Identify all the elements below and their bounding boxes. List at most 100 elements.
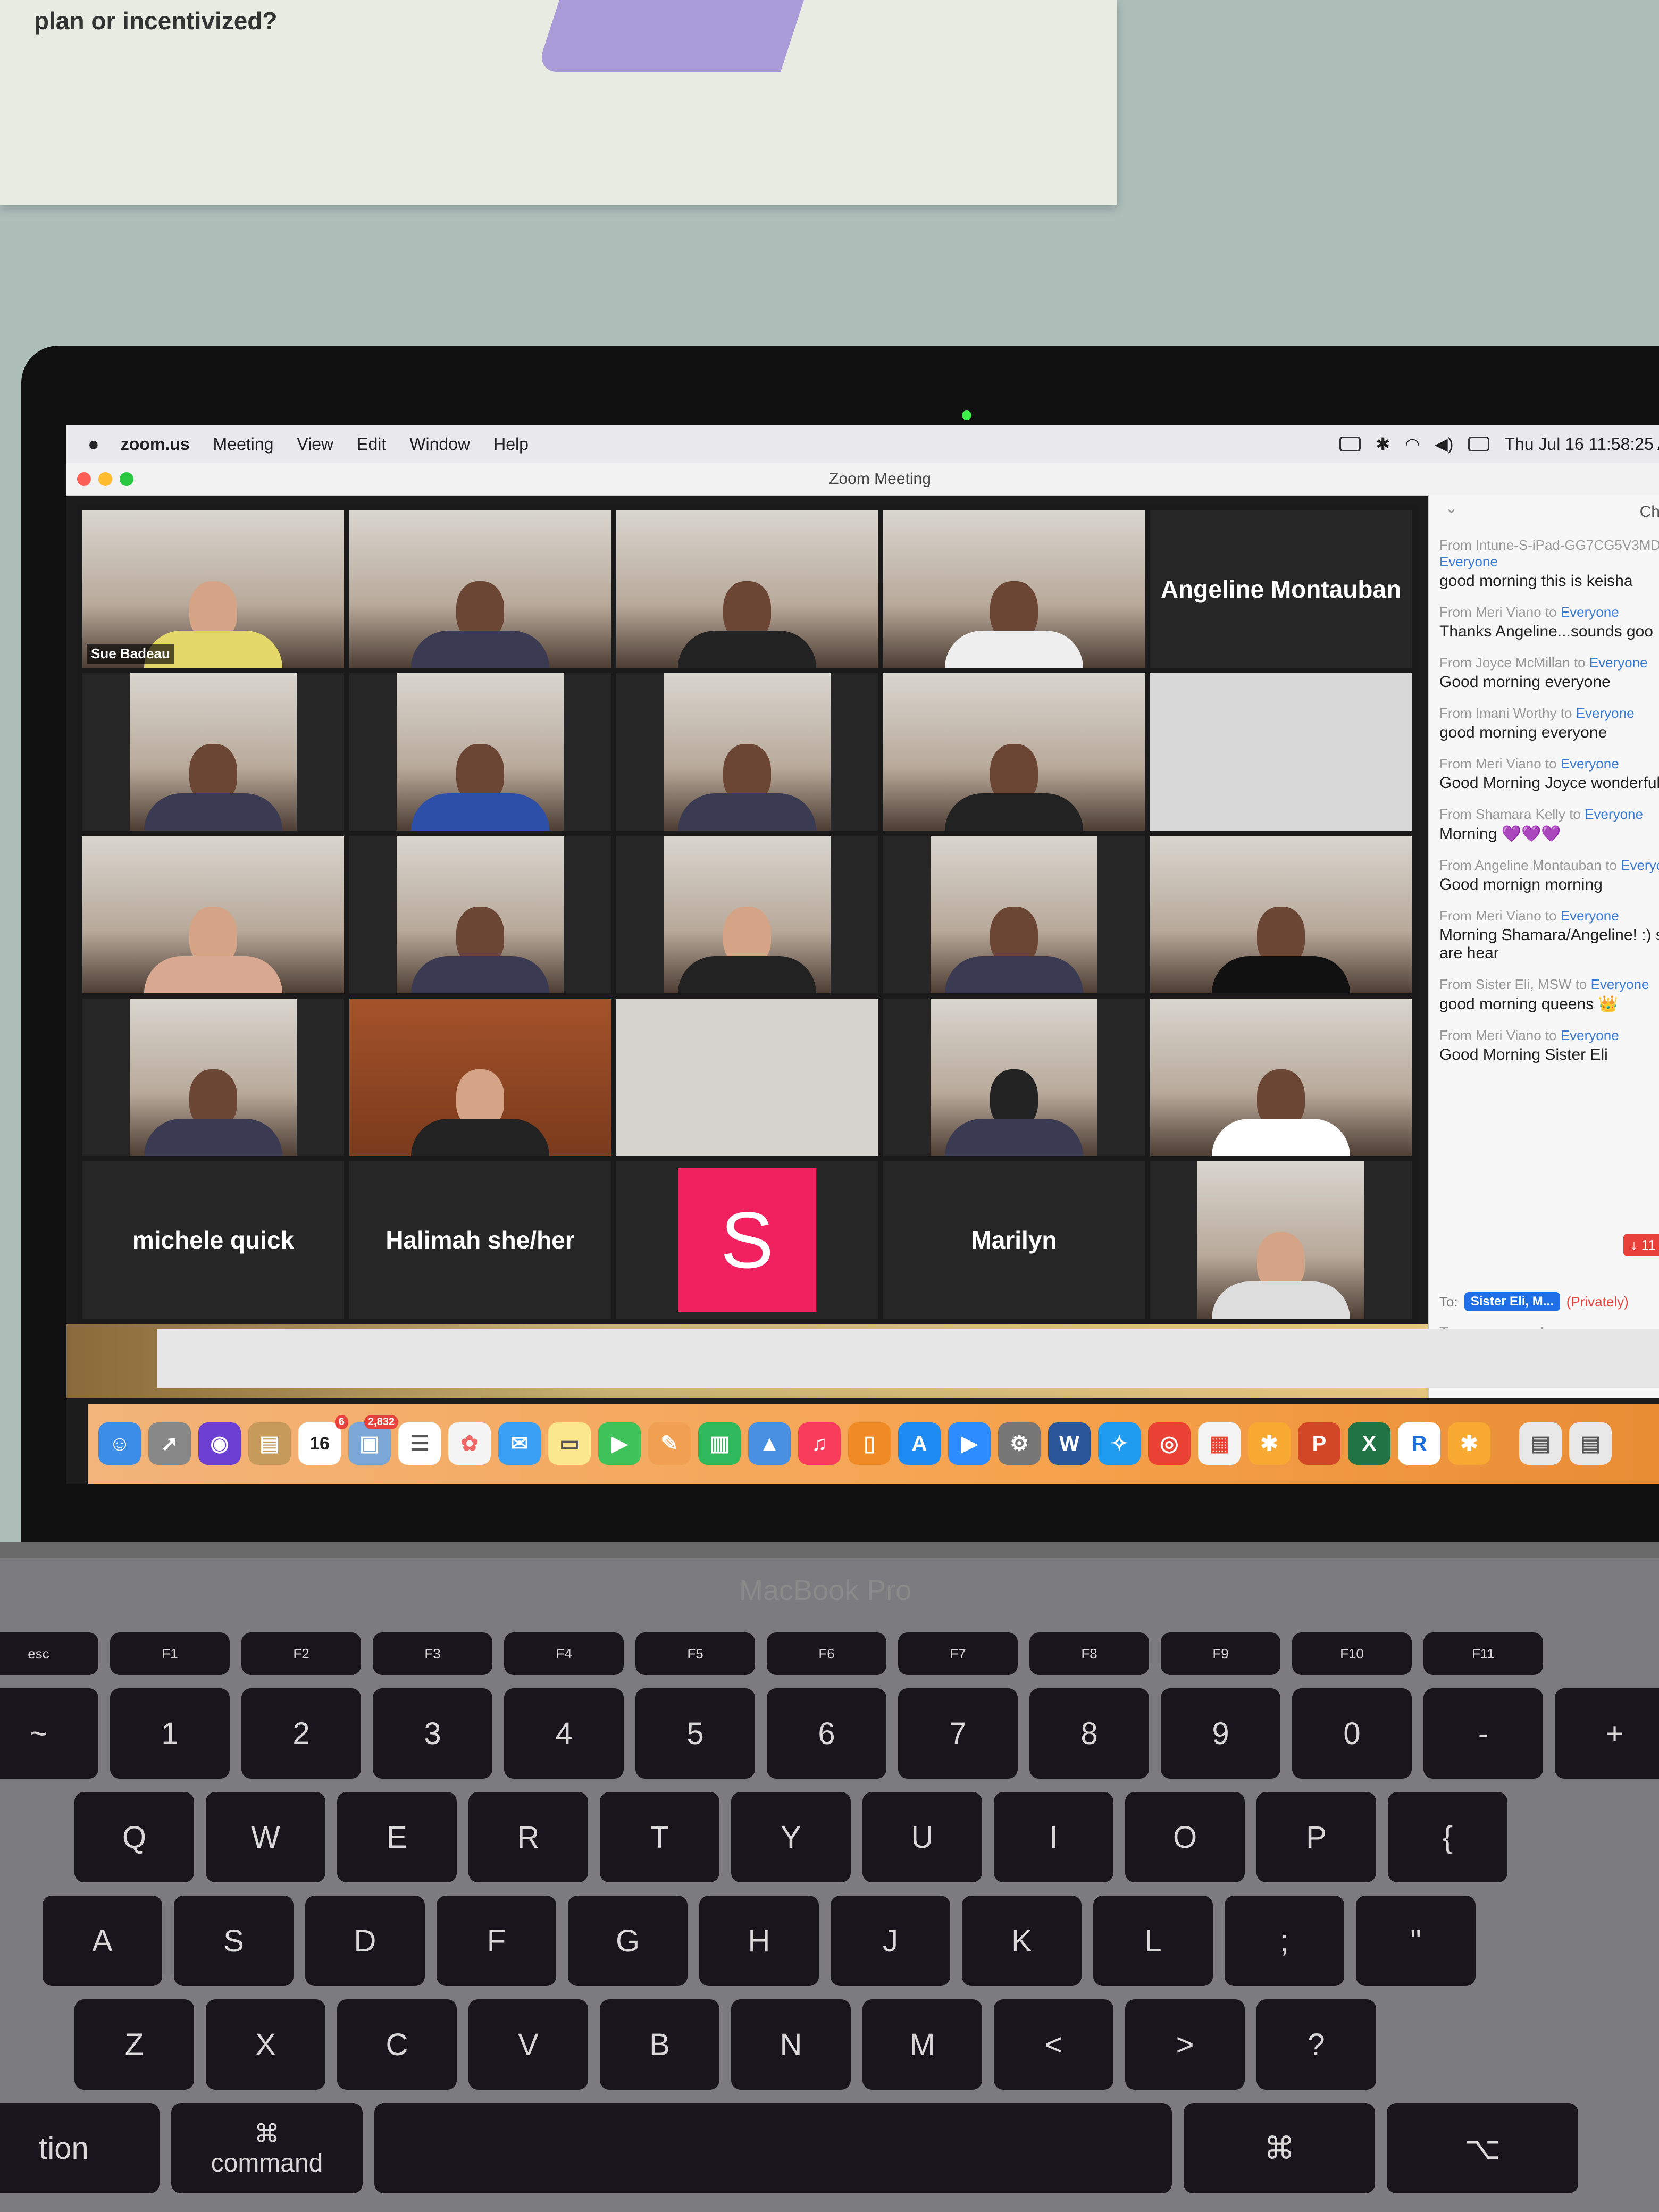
key[interactable]: A	[43, 1896, 162, 1986]
key[interactable]: F8	[1029, 1632, 1149, 1675]
right-command-key[interactable]: ⌘	[1184, 2103, 1375, 2193]
chevron-down-icon[interactable]: ⌄	[1445, 499, 1458, 517]
recipient-dropdown[interactable]: Sister Eli, M...	[1464, 1292, 1560, 1311]
menu-help[interactable]: Help	[493, 434, 529, 454]
document-icon[interactable]: ▤	[1519, 1422, 1562, 1465]
calendar-icon[interactable]: 16 6	[298, 1415, 348, 1465]
safari-icon[interactable]: ✧	[1098, 1422, 1141, 1465]
reminders-icon[interactable]: ☰	[398, 1422, 441, 1465]
word-icon[interactable]: W	[1048, 1422, 1091, 1465]
key[interactable]: F3	[373, 1632, 492, 1675]
key[interactable]: Z	[74, 1999, 194, 2090]
stickies-icon[interactable]: ▭	[548, 1422, 591, 1465]
bluetooth-icon[interactable]: ✱	[1376, 434, 1390, 454]
key[interactable]: 5	[635, 1688, 755, 1779]
system-preferences-icon[interactable]: ⚙	[998, 1422, 1041, 1465]
powerpoint-icon[interactable]: P	[1298, 1422, 1340, 1465]
participant-tile[interactable]	[616, 999, 878, 1156]
key[interactable]: X	[206, 1999, 325, 2090]
microsoft-icon[interactable]: ▦	[1198, 1422, 1241, 1465]
key[interactable]: {	[1388, 1792, 1507, 1882]
photos-app-icon[interactable]: ▣ 2,832	[348, 1415, 398, 1465]
app-icon[interactable]: ✱	[1248, 1422, 1291, 1465]
key[interactable]: I	[994, 1792, 1113, 1882]
spacebar[interactable]	[374, 2103, 1172, 2193]
participant-tile-avatar[interactable]: S	[616, 1161, 878, 1319]
key[interactable]: F4	[504, 1632, 624, 1675]
participant-tile[interactable]	[1150, 673, 1412, 831]
key[interactable]: F5	[635, 1632, 755, 1675]
key[interactable]: 4	[504, 1688, 624, 1779]
participant-tile-name-only[interactable]: Halimah she/her	[349, 1161, 611, 1319]
participant-tile-name-only[interactable]: michele quick	[82, 1161, 344, 1319]
key[interactable]: J	[831, 1896, 950, 1986]
key[interactable]: ~	[0, 1688, 98, 1779]
participant-tile[interactable]	[82, 999, 344, 1156]
menu-edit[interactable]: Edit	[357, 434, 386, 454]
participant-tile[interactable]	[349, 836, 611, 993]
finder-icon[interactable]: ☺	[98, 1422, 141, 1465]
key[interactable]: N	[731, 1999, 851, 2090]
key[interactable]: F10	[1292, 1632, 1412, 1675]
participant-tile[interactable]	[349, 999, 611, 1156]
participant-tile[interactable]	[883, 836, 1145, 993]
apple-menu-icon[interactable]: ●	[88, 433, 99, 455]
music-icon[interactable]: ♫	[798, 1422, 841, 1465]
key[interactable]: C	[337, 1999, 457, 2090]
right-option-key[interactable]: ⌥	[1387, 2103, 1578, 2193]
app-icon[interactable]: ✱	[1448, 1422, 1490, 1465]
key[interactable]: M	[862, 1999, 982, 2090]
participant-tile-active[interactable]: Sue Badeau	[82, 510, 344, 668]
key[interactable]: 6	[767, 1688, 886, 1779]
key[interactable]: V	[468, 1999, 588, 2090]
facetime-icon[interactable]: ▶	[598, 1422, 641, 1465]
pages-icon[interactable]: ✎	[648, 1422, 691, 1465]
key[interactable]: Q	[74, 1792, 194, 1882]
participant-tile[interactable]	[616, 836, 878, 993]
key[interactable]: Y	[731, 1792, 851, 1882]
chrome-icon[interactable]: ◎	[1148, 1422, 1191, 1465]
participant-tile[interactable]	[883, 673, 1145, 831]
key[interactable]: E	[337, 1792, 457, 1882]
key[interactable]: F7	[898, 1632, 1018, 1675]
messages-icon[interactable]: ✉	[498, 1422, 541, 1465]
key[interactable]: U	[862, 1792, 982, 1882]
key[interactable]: S	[174, 1896, 294, 1986]
menu-view[interactable]: View	[297, 434, 333, 454]
siri-icon[interactable]: ◉	[198, 1422, 241, 1465]
document-icon[interactable]: ▤	[1569, 1422, 1612, 1465]
key[interactable]: <	[994, 1999, 1113, 2090]
launchpad-icon[interactable]: ➚	[148, 1422, 191, 1465]
key[interactable]: P	[1256, 1792, 1376, 1882]
photos-icon[interactable]: ✿	[448, 1422, 491, 1465]
key[interactable]: ;	[1225, 1896, 1344, 1986]
key[interactable]: F2	[241, 1632, 361, 1675]
menubar-clock[interactable]: Thu Jul 16 11:58:25 AM	[1504, 434, 1659, 454]
key[interactable]: 7	[898, 1688, 1018, 1779]
menu-meeting[interactable]: Meeting	[213, 434, 274, 454]
participant-tile[interactable]	[883, 999, 1145, 1156]
key[interactable]: ?	[1256, 1999, 1376, 2090]
key[interactable]: >	[1125, 1999, 1245, 2090]
menu-app-name[interactable]: zoom.us	[121, 434, 190, 454]
key[interactable]: D	[305, 1896, 425, 1986]
key[interactable]: 1	[110, 1688, 230, 1779]
excel-icon[interactable]: X	[1348, 1422, 1390, 1465]
display-icon[interactable]	[1339, 437, 1361, 451]
key[interactable]: L	[1093, 1896, 1213, 1986]
key[interactable]: 8	[1029, 1688, 1149, 1779]
key[interactable]: 9	[1161, 1688, 1280, 1779]
books-icon[interactable]: ▯	[848, 1422, 891, 1465]
key[interactable]: H	[699, 1896, 819, 1986]
key[interactable]: 3	[373, 1688, 492, 1779]
battery-icon[interactable]	[1468, 437, 1490, 451]
option-key[interactable]: tion	[0, 2103, 160, 2193]
key[interactable]: F11	[1423, 1632, 1543, 1675]
new-messages-badge[interactable]: ↓ 11 New	[1623, 1234, 1659, 1256]
keynote-icon[interactable]: ▲	[748, 1422, 791, 1465]
volume-icon[interactable]: ◀)	[1435, 434, 1453, 454]
participant-tile-name-only[interactable]: Marilyn	[883, 1161, 1145, 1319]
key[interactable]: O	[1125, 1792, 1245, 1882]
key[interactable]: W	[206, 1792, 325, 1882]
notes-folder-icon[interactable]: ▤	[248, 1422, 291, 1465]
